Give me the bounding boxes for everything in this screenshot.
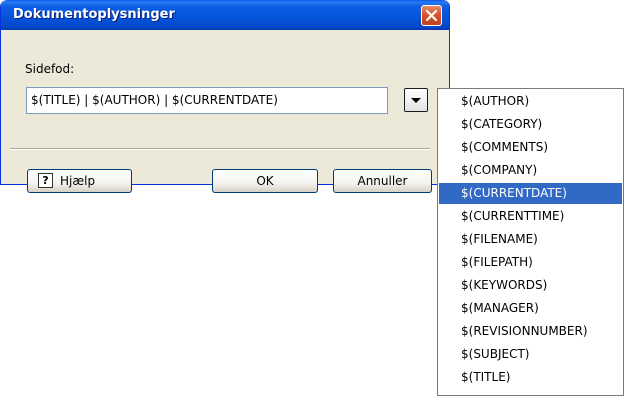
menu-item[interactable]: $(KEYWORDS) — [439, 275, 622, 296]
menu-item[interactable]: $(REVISIONNUMBER) — [439, 321, 622, 342]
footer-label: Sidefod: — [25, 62, 75, 76]
menu-item-selected[interactable]: $(CURRENTDATE) — [439, 183, 622, 204]
menu-item[interactable]: $(SUBJECT) — [439, 344, 622, 365]
dialog-separator — [10, 148, 430, 150]
menu-item[interactable]: $(FILEPATH) — [439, 252, 622, 273]
help-button[interactable]: ? Hjælp — [27, 169, 132, 193]
menu-item[interactable]: $(TITLE) — [439, 367, 622, 388]
cancel-button[interactable]: Annuller — [333, 169, 432, 193]
close-icon — [425, 9, 438, 22]
menu-item[interactable]: $(COMMENTS) — [439, 137, 622, 158]
help-button-label: Hjælp — [60, 174, 96, 188]
menu-item[interactable]: $(AUTHOR) — [439, 91, 622, 112]
footer-input[interactable]: $(TITLE) | $(AUTHOR) | $(CURRENTDATE) — [26, 87, 388, 114]
menu-item[interactable]: $(CURRENTTIME) — [439, 206, 622, 227]
insert-field-dropdown-button[interactable] — [404, 88, 428, 112]
footer-input-value: $(TITLE) | $(AUTHOR) | $(CURRENTDATE) — [31, 93, 278, 107]
menu-item[interactable]: $(MANAGER) — [439, 298, 622, 319]
menu-item[interactable]: $(CATEGORY) — [439, 114, 622, 135]
title-bar[interactable]: Dokumentoplysninger — [1, 0, 449, 30]
ok-button[interactable]: OK — [212, 169, 318, 193]
help-icon: ? — [38, 173, 53, 188]
menu-item[interactable]: $(COMPANY) — [439, 160, 622, 181]
chevron-down-icon — [411, 98, 421, 103]
field-dropdown-menu: $(AUTHOR) $(CATEGORY) $(COMMENTS) $(COMP… — [437, 88, 624, 396]
dialog-title: Dokumentoplysninger — [13, 7, 175, 22]
menu-item[interactable]: $(FILENAME) — [439, 229, 622, 250]
close-button[interactable] — [421, 5, 442, 26]
